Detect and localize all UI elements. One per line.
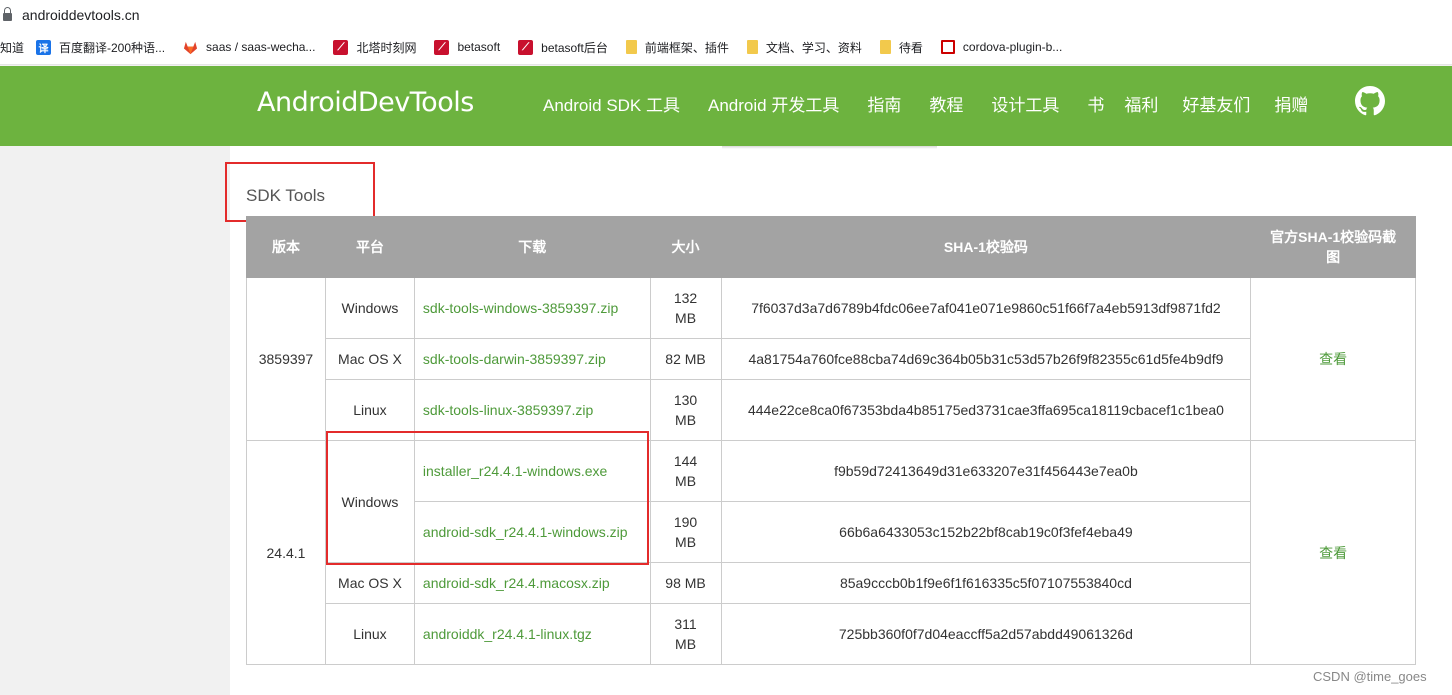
size-cell: 130 MB bbox=[649, 379, 722, 441]
download-cell: sdk-tools-windows-3859397.zip bbox=[413, 277, 651, 339]
platform-cell: Windows bbox=[324, 277, 415, 339]
bookmark-label: saas / saas-wecha... bbox=[206, 40, 316, 54]
download-link[interactable]: sdk-tools-linux-3859397.zip bbox=[423, 402, 593, 418]
red-box-icon bbox=[940, 40, 955, 54]
sha1-cell: 85a9cccb0b1f9e6f1f616335c5f07107553840cd bbox=[720, 562, 1252, 604]
header-version: 版本 bbox=[246, 216, 326, 278]
watermark-text: CSDN @time_goes bbox=[1313, 669, 1427, 684]
screenshot-cell: 查看 bbox=[1250, 277, 1416, 441]
nav-guide[interactable]: 指南 bbox=[867, 91, 901, 116]
screenshot-cell: 查看 bbox=[1250, 440, 1416, 665]
platform-cell: Linux bbox=[324, 603, 415, 665]
nav-tutorials[interactable]: 教程 bbox=[929, 91, 963, 116]
red-logo-icon: ⟋ bbox=[333, 39, 349, 55]
header-official-screenshot: 官方SHA-1校验码截图 bbox=[1250, 216, 1416, 278]
bookmark-folder[interactable]: 文档、学习、资料 bbox=[746, 39, 862, 56]
red-logo-icon: ⟋ bbox=[518, 39, 534, 55]
table-row: 3859397 Windows sdk-tools-windows-385939… bbox=[246, 277, 1416, 441]
header-sha1: SHA-1校验码 bbox=[720, 216, 1252, 278]
bookmark-label: 北塔时刻网 bbox=[356, 40, 417, 55]
bookmark-item[interactable]: ⟋ 北塔时刻网 bbox=[333, 39, 416, 56]
sha1-cell: 4a81754a760fce88cba74d69c364b05b31c53d57… bbox=[720, 338, 1252, 380]
header-download: 下载 bbox=[413, 216, 651, 278]
table-row: Mac OS X sdk-tools-darwin-3859397.zip 82… bbox=[247, 338, 1416, 380]
bookmark-label: betasoft后台 bbox=[541, 40, 608, 55]
table-row: Mac OS X android-sdk_r24.4.macosx.zip 98… bbox=[247, 562, 1416, 604]
download-link[interactable]: android-sdk_r24.4.macosx.zip bbox=[423, 575, 610, 591]
dropdown-shadow bbox=[722, 146, 937, 149]
download-cell: sdk-tools-darwin-3859397.zip bbox=[413, 338, 651, 380]
bookmark-item[interactable]: 知道 bbox=[0, 39, 24, 56]
download-link[interactable]: sdk-tools-windows-3859397.zip bbox=[423, 300, 618, 316]
bookmark-label: betasoft bbox=[457, 40, 501, 54]
bookmark-folder[interactable]: 前端框架、插件 bbox=[625, 39, 729, 56]
lock-icon bbox=[3, 7, 12, 21]
nav-design-tools[interactable]: 设计工具 bbox=[991, 91, 1059, 116]
size-cell: 132 MB bbox=[649, 277, 722, 339]
bookmark-label: 百度翻译-200种语... bbox=[59, 40, 166, 55]
table-row: Linux androiddk_r24.4.1-linux.tgz 311 MB… bbox=[247, 603, 1416, 665]
version-cell: 24.4.1 bbox=[246, 440, 326, 665]
view-screenshot-link[interactable]: 查看 bbox=[1319, 351, 1347, 367]
red-logo-icon: ⟋ bbox=[434, 39, 450, 55]
main-nav: Android SDK 工具 Android 开发工具 指南 教程 设计工具 书… bbox=[543, 91, 1336, 116]
sha1-cell: 66b6a6433053c152b22bf8cab19c0f3fef4eba49 bbox=[720, 501, 1252, 563]
version-cell: 3859397 bbox=[246, 277, 326, 441]
bookmarks-bar: 知道 译 百度翻译-200种语... saas / saas-wecha... … bbox=[0, 30, 1452, 65]
sha1-cell: f9b59d72413649d31e633207e31f456443e7ea0b bbox=[720, 440, 1252, 502]
sha1-cell: 444e22ce8ca0f67353bda4b85175ed3731cae3ff… bbox=[720, 379, 1252, 441]
size-cell: 311 MB bbox=[649, 603, 722, 665]
bookmark-item[interactable]: 译 百度翻译-200种语... bbox=[36, 39, 165, 56]
view-screenshot-link[interactable]: 查看 bbox=[1319, 545, 1347, 561]
folder-icon bbox=[625, 40, 637, 54]
folder-icon bbox=[879, 40, 891, 54]
platform-cell: Mac OS X bbox=[324, 562, 415, 604]
size-cell: 82 MB bbox=[649, 338, 722, 380]
size-cell: 190 MB bbox=[649, 501, 722, 563]
download-link[interactable]: androiddk_r24.4.1-linux.tgz bbox=[423, 626, 592, 642]
header-size: 大小 bbox=[649, 216, 722, 278]
table-header-row: 版本 平台 下载 大小 SHA-1校验码 官方SHA-1校验码截图 bbox=[246, 216, 1416, 278]
download-cell: android-sdk_r24.4.macosx.zip bbox=[413, 562, 651, 604]
github-icon[interactable] bbox=[1355, 86, 1385, 116]
bookmark-label: 知道 bbox=[0, 40, 25, 55]
download-link[interactable]: sdk-tools-darwin-3859397.zip bbox=[423, 351, 606, 367]
platform-cell: Mac OS X bbox=[324, 338, 415, 380]
nav-books[interactable]: 书 bbox=[1087, 91, 1104, 116]
site-header: AndroidDevTools Android SDK 工具 Android 开… bbox=[0, 66, 1452, 146]
bookmark-label: 待看 bbox=[898, 40, 923, 55]
highlight-box-windows-downloads bbox=[326, 431, 649, 565]
bookmark-item[interactable]: saas / saas-wecha... bbox=[183, 40, 315, 55]
url-text[interactable]: androiddevtools.cn bbox=[22, 7, 140, 23]
bookmark-label: 前端框架、插件 bbox=[644, 40, 729, 55]
gitlab-icon bbox=[183, 40, 198, 55]
size-cell: 98 MB bbox=[649, 562, 722, 604]
nav-android-dev-tools[interactable]: Android 开发工具 bbox=[708, 91, 839, 116]
nav-donate[interactable]: 捐赠 bbox=[1274, 91, 1308, 116]
nav-welfare[interactable]: 福利 bbox=[1124, 91, 1158, 116]
sha1-cell: 725bb360f0f7d04eaccff5a2d57abdd49061326d bbox=[720, 603, 1252, 665]
size-cell: 144 MB bbox=[649, 440, 722, 502]
bookmark-folder[interactable]: 待看 bbox=[879, 39, 923, 56]
site-logo[interactable]: AndroidDevTools bbox=[257, 87, 474, 118]
bookmark-item[interactable]: ⟋ betasoft bbox=[434, 39, 501, 55]
nav-friends[interactable]: 好基友们 bbox=[1182, 91, 1250, 116]
translate-icon: 译 bbox=[36, 39, 52, 55]
folder-icon bbox=[746, 40, 758, 54]
bookmark-label: cordova-plugin-b... bbox=[962, 40, 1063, 54]
highlight-box-title bbox=[225, 162, 375, 222]
bookmark-item[interactable]: cordova-plugin-b... bbox=[940, 40, 1063, 54]
bookmark-item[interactable]: ⟋ betasoft后台 bbox=[518, 39, 608, 56]
header-platform: 平台 bbox=[324, 216, 415, 278]
address-bar[interactable]: androiddevtools.cn bbox=[0, 0, 1452, 30]
download-cell: androiddk_r24.4.1-linux.tgz bbox=[413, 603, 651, 665]
bookmark-label: 文档、学习、资料 bbox=[765, 40, 862, 55]
nav-android-sdk-tools[interactable]: Android SDK 工具 bbox=[543, 91, 680, 116]
sha1-cell: 7f6037d3a7d6789b4fdc06ee7af041e071e9860c… bbox=[720, 277, 1252, 339]
